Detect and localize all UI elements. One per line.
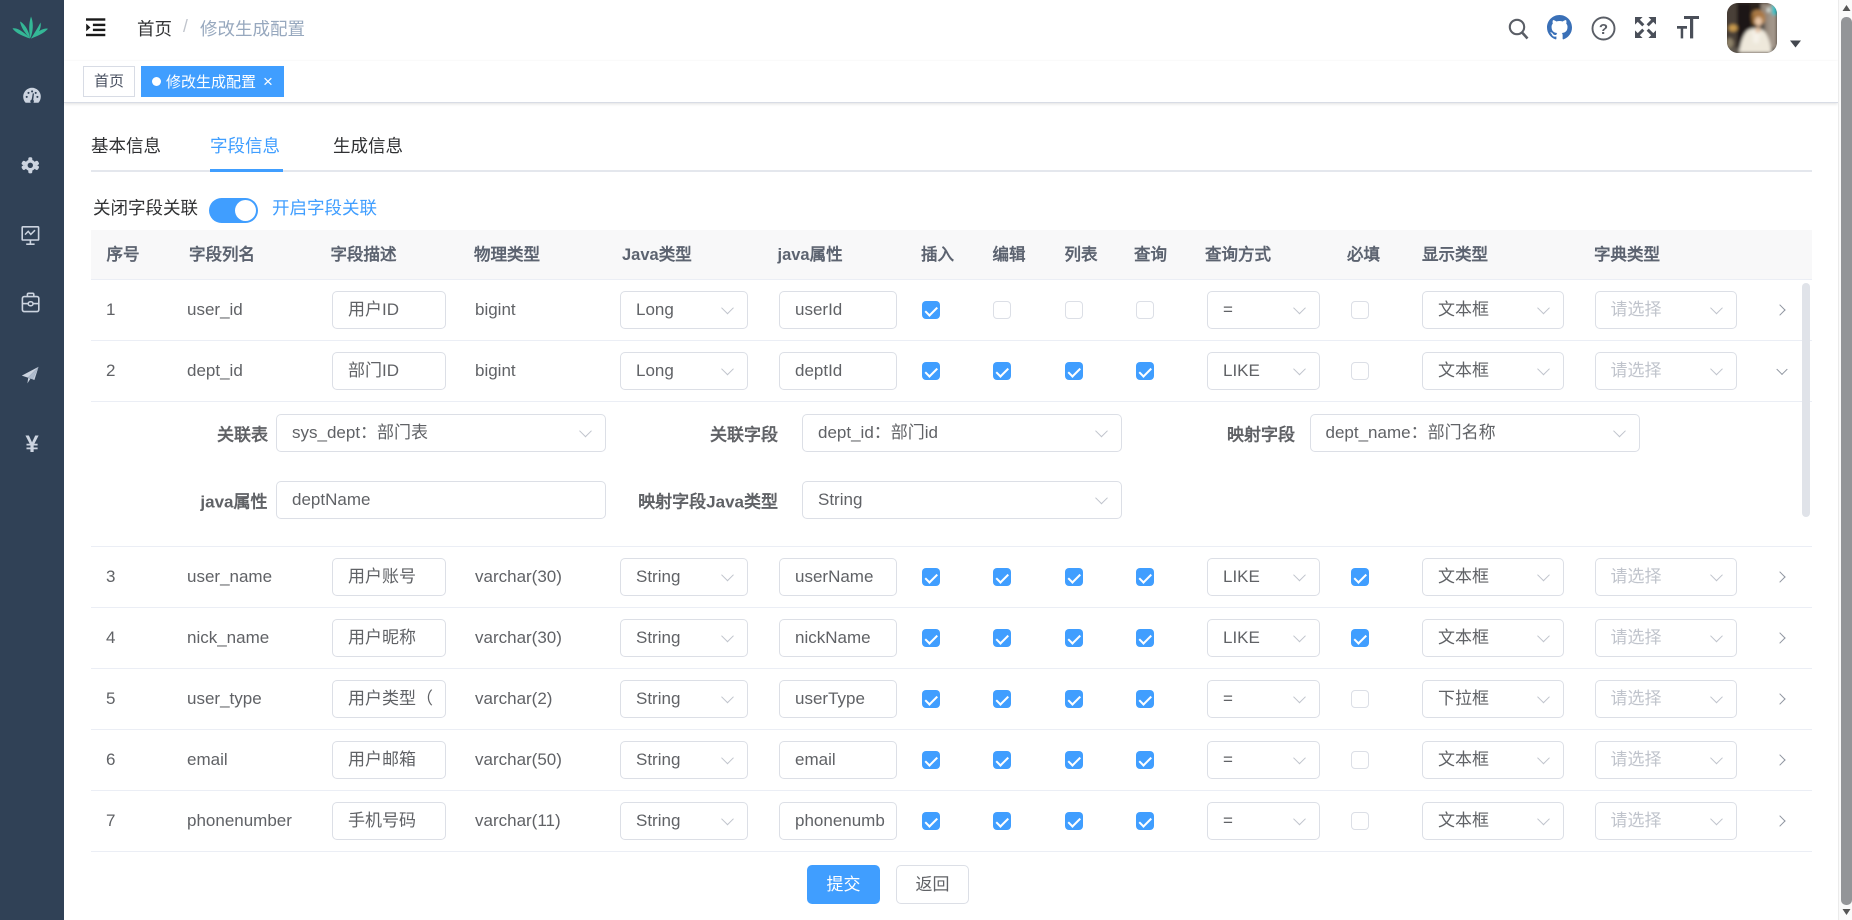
- svg-text:?: ?: [1599, 21, 1608, 38]
